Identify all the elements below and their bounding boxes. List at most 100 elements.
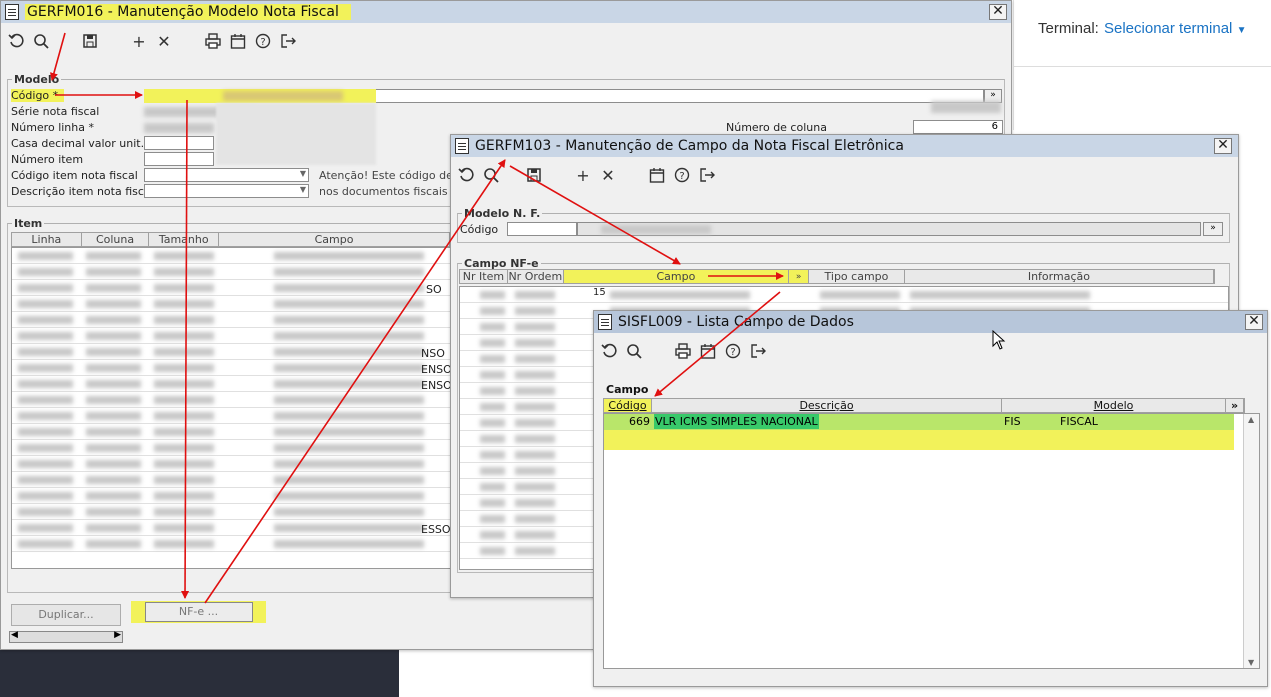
- undo-icon[interactable]: [598, 340, 620, 362]
- undo-icon[interactable]: [455, 164, 477, 186]
- table-row[interactable]: [12, 488, 450, 504]
- codigo-input[interactable]: [507, 222, 577, 236]
- table-row[interactable]: [12, 408, 450, 424]
- window-gerfm103-titlebar[interactable]: GERFM103 - Manutenção de Campo da Nota F…: [451, 135, 1238, 157]
- close-icon[interactable]: ✕: [153, 30, 175, 52]
- col-codigo[interactable]: Código: [604, 399, 652, 412]
- redacted-cell: [274, 364, 424, 372]
- scroll-right-icon[interactable]: ▶: [114, 630, 121, 640]
- table-row[interactable]: [12, 536, 450, 552]
- redacted-cell: [18, 348, 73, 356]
- add-icon[interactable]: +: [572, 164, 594, 186]
- casa-decimal-input[interactable]: [144, 136, 214, 150]
- col-modelo[interactable]: Modelo: [1002, 399, 1226, 412]
- campo-lookup-icon[interactable]: »: [788, 270, 808, 283]
- col-informacao[interactable]: Informação: [905, 270, 1214, 283]
- nfe-button[interactable]: NF-e ...: [131, 601, 266, 623]
- numero-coluna-input[interactable]: 6: [913, 120, 1003, 134]
- save-icon[interactable]: [79, 30, 101, 52]
- table-row[interactable]: [12, 248, 450, 264]
- calendar-icon[interactable]: [697, 340, 719, 362]
- col-descricao[interactable]: Descrição: [652, 399, 1002, 412]
- add-icon[interactable]: +: [128, 30, 150, 52]
- duplicar-button[interactable]: Duplicar...: [11, 604, 121, 626]
- table-row[interactable]: [12, 312, 450, 328]
- redacted-cell: [515, 371, 555, 379]
- redacted-cell: [515, 499, 555, 507]
- undo-icon[interactable]: [5, 30, 27, 52]
- table-row[interactable]: [12, 296, 450, 312]
- col-tipo-campo[interactable]: Tipo campo: [809, 270, 905, 283]
- search-icon[interactable]: [623, 340, 645, 362]
- exit-icon[interactable]: [277, 30, 299, 52]
- col-nr-ordem[interactable]: Nr Ordem: [508, 270, 564, 283]
- close-icon[interactable]: ✕: [597, 164, 619, 186]
- redacted-cell: [18, 316, 73, 324]
- table-row[interactable]: [12, 504, 450, 520]
- table-row[interactable]: [12, 280, 450, 296]
- search-icon[interactable]: [480, 164, 502, 186]
- redacted-cell: [274, 332, 424, 340]
- scroll-left-icon[interactable]: ◀: [11, 630, 18, 640]
- redacted-cell: [274, 508, 424, 516]
- window-gerfm016-titlebar[interactable]: GERFM016 - Manutenção Modelo Nota Fiscal: [1, 1, 1011, 23]
- window-title: SISFL009 - Lista Campo de Dados: [618, 314, 854, 330]
- help-icon[interactable]: ?: [252, 30, 274, 52]
- col-coluna[interactable]: Coluna: [82, 233, 150, 246]
- table-row[interactable]: [12, 440, 450, 456]
- row-codigo: 669: [629, 415, 650, 428]
- window-sisfl009-titlebar[interactable]: SISFL009 - Lista Campo de Dados: [594, 311, 1267, 333]
- redacted-cell: [274, 476, 424, 484]
- close-button[interactable]: ✕: [1245, 314, 1263, 330]
- table-row[interactable]: [12, 264, 450, 280]
- col-nr-item[interactable]: Nr Item: [460, 270, 508, 283]
- numero-item-input[interactable]: [144, 152, 214, 166]
- table-row[interactable]: [460, 287, 1228, 303]
- table-row[interactable]: [12, 344, 450, 360]
- col-tamanho[interactable]: Tamanho: [149, 233, 220, 246]
- table-row[interactable]: [12, 424, 450, 440]
- print-icon[interactable]: [672, 340, 694, 362]
- table-row[interactable]: [12, 392, 450, 408]
- col-campo[interactable]: Campo: [219, 233, 450, 246]
- codigo-item-select[interactable]: ▼: [144, 168, 309, 182]
- row-modelo: FISCAL: [1060, 415, 1098, 428]
- table-row[interactable]: [12, 472, 450, 488]
- table-row[interactable]: [12, 360, 450, 376]
- col-campo[interactable]: Campo »: [563, 270, 810, 283]
- close-button[interactable]: ✕: [1214, 138, 1232, 154]
- table-row[interactable]: [12, 376, 450, 392]
- terminal-select-link[interactable]: Selecionar terminal ▼: [1104, 20, 1246, 37]
- lista-row-selected[interactable]: 669 VLR ICMS SIMPLES NACIONAL FIS FISCAL: [604, 414, 1234, 430]
- exit-icon[interactable]: [747, 340, 769, 362]
- table-row[interactable]: [12, 520, 450, 536]
- serie-label: Série nota fiscal: [11, 105, 100, 118]
- help-icon[interactable]: ?: [722, 340, 744, 362]
- save-icon[interactable]: [523, 164, 545, 186]
- search-icon[interactable]: [30, 30, 52, 52]
- document-icon: [5, 4, 19, 20]
- print-icon[interactable]: [202, 30, 224, 52]
- descricao-item-select[interactable]: ▼: [144, 184, 309, 198]
- scroll-down-icon[interactable]: ▼: [1248, 658, 1254, 667]
- close-button[interactable]: ✕: [989, 4, 1007, 20]
- lista-grid[interactable]: 669 VLR ICMS SIMPLES NACIONAL FIS FISCAL…: [603, 413, 1260, 669]
- redacted-cell: [515, 355, 555, 363]
- col-linha[interactable]: Linha: [12, 233, 82, 246]
- item-grid-rows: [12, 248, 450, 552]
- redacted-cell: [515, 307, 555, 315]
- more-columns-button[interactable]: »: [1226, 399, 1244, 412]
- toolbar: ?: [598, 339, 772, 363]
- codigo-lookup-button[interactable]: »: [1203, 222, 1223, 236]
- help-icon[interactable]: ?: [671, 164, 693, 186]
- exit-icon[interactable]: [696, 164, 718, 186]
- table-row[interactable]: [12, 328, 450, 344]
- calendar-icon[interactable]: [227, 30, 249, 52]
- item-grid[interactable]: [11, 247, 451, 569]
- scroll-up-icon[interactable]: ▲: [1248, 415, 1254, 424]
- vertical-scrollbar[interactable]: ▲ ▼: [1243, 414, 1259, 668]
- table-row[interactable]: [12, 456, 450, 472]
- horizontal-scrollbar[interactable]: ◀ ▶: [9, 630, 123, 643]
- calendar-icon[interactable]: [646, 164, 668, 186]
- redacted-cell: [18, 492, 73, 500]
